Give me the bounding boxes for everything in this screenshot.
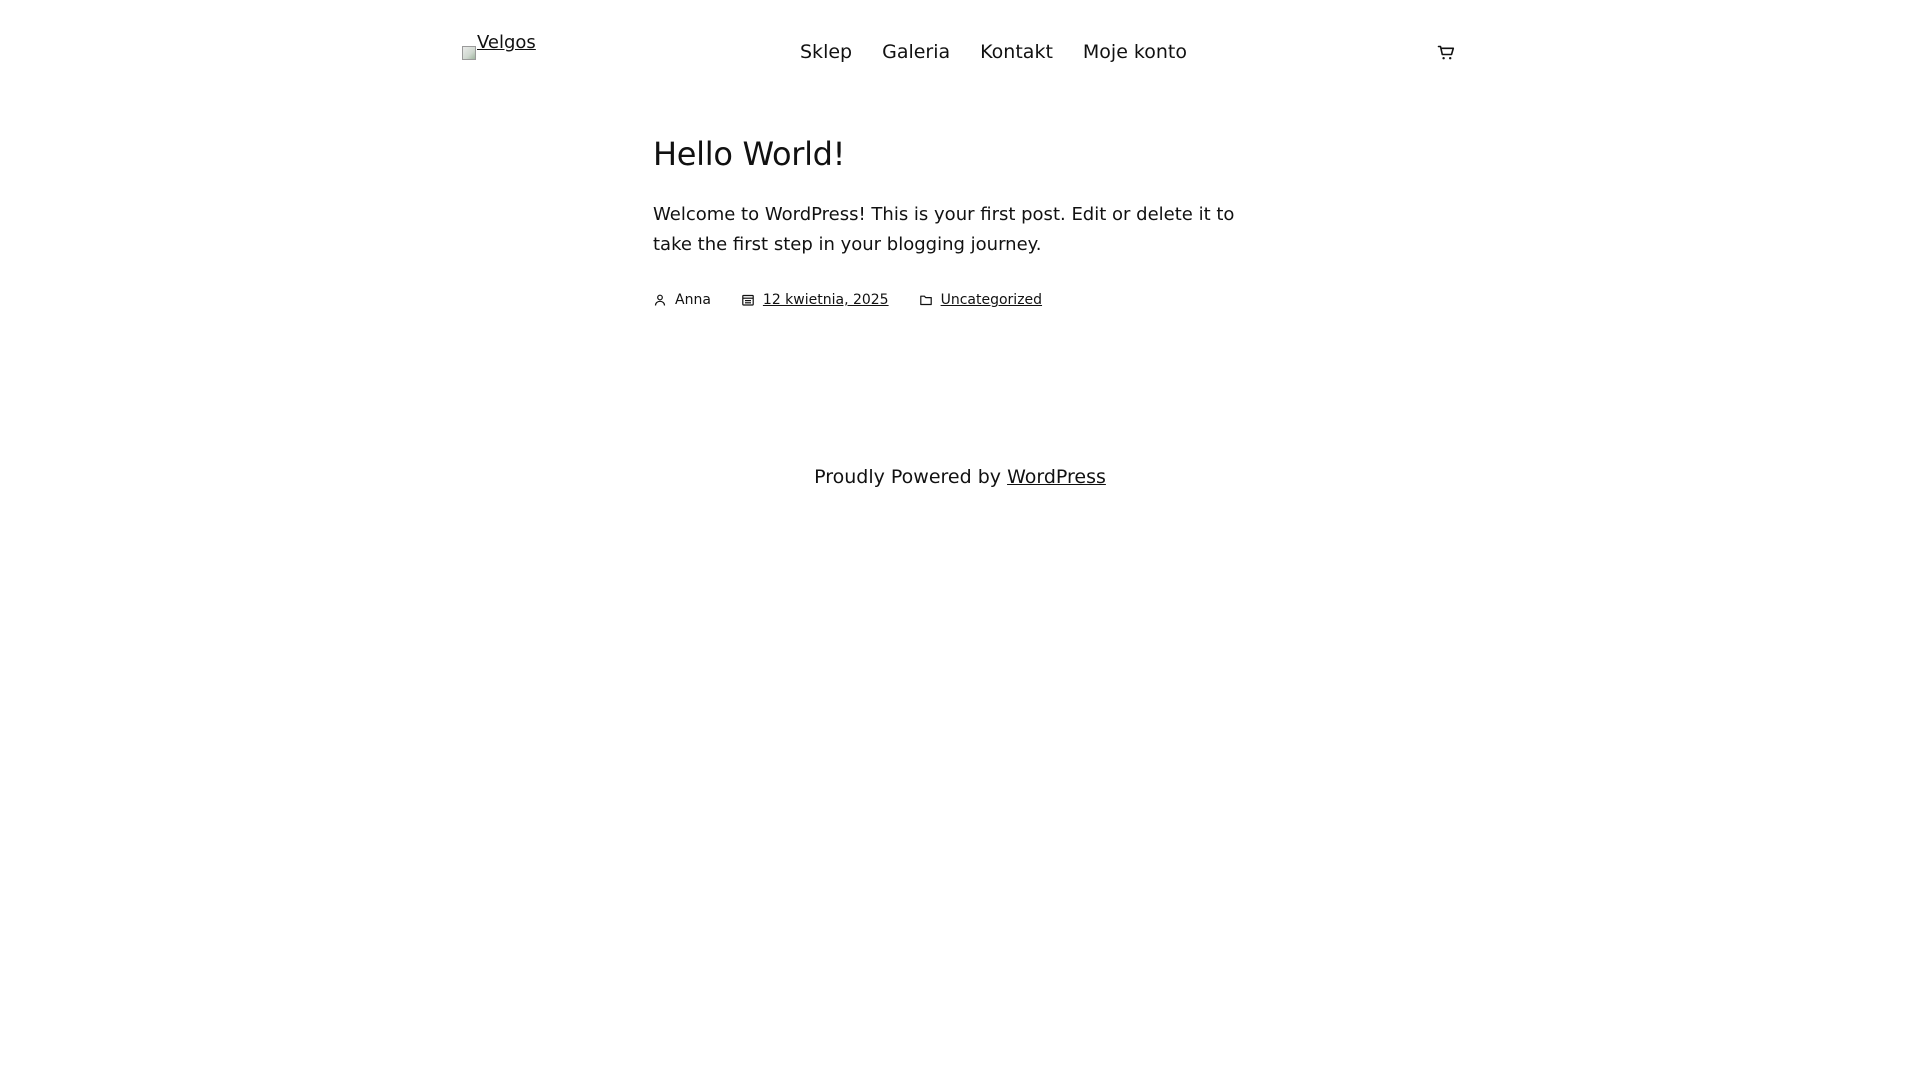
primary-navigation: Sklep Galeria Kontakt Moje konto: [800, 40, 1187, 64]
nav-item-moje-konto[interactable]: Moje konto: [1083, 40, 1187, 64]
person-icon: [654, 294, 666, 306]
post-title: Hello World!: [653, 135, 846, 173]
post-author: Anna: [653, 290, 711, 310]
cart-button[interactable]: [1434, 40, 1458, 64]
post-category-link[interactable]: Uncategorized: [941, 290, 1042, 310]
cart-icon: [1437, 45, 1455, 60]
site-header: Velgos Sklep Galeria Kontakt Moje konto: [0, 0, 1920, 104]
post-date: 12 kwietnia, 2025: [741, 290, 889, 310]
post-author-name: Anna: [675, 292, 711, 308]
folder-icon: [919, 295, 932, 306]
post-date-link[interactable]: 12 kwietnia, 2025: [763, 290, 889, 310]
calendar-icon: [742, 294, 754, 306]
post-content: Hello World! Welcome to WordPress! This …: [653, 130, 1273, 310]
site-logo-link[interactable]: Velgos: [462, 34, 536, 60]
post-excerpt: Welcome to WordPress! This is your first…: [653, 204, 1235, 255]
site-logo-alt-text: Velgos: [477, 32, 536, 53]
footer-wordpress-link[interactable]: WordPress: [1007, 466, 1106, 488]
nav-item-kontakt[interactable]: Kontakt: [980, 40, 1053, 64]
broken-image-icon: [462, 46, 476, 60]
nav-item-galeria[interactable]: Galeria: [882, 40, 950, 64]
footer-credit-text: Proudly Powered by: [814, 466, 1008, 488]
nav-item-sklep[interactable]: Sklep: [800, 40, 852, 64]
site-footer: Proudly Powered by WordPress: [0, 462, 1920, 492]
post-meta: Anna 12 kwietnia, 2025 Uncategorized: [653, 290, 1273, 310]
post-category: Uncategorized: [919, 290, 1042, 310]
